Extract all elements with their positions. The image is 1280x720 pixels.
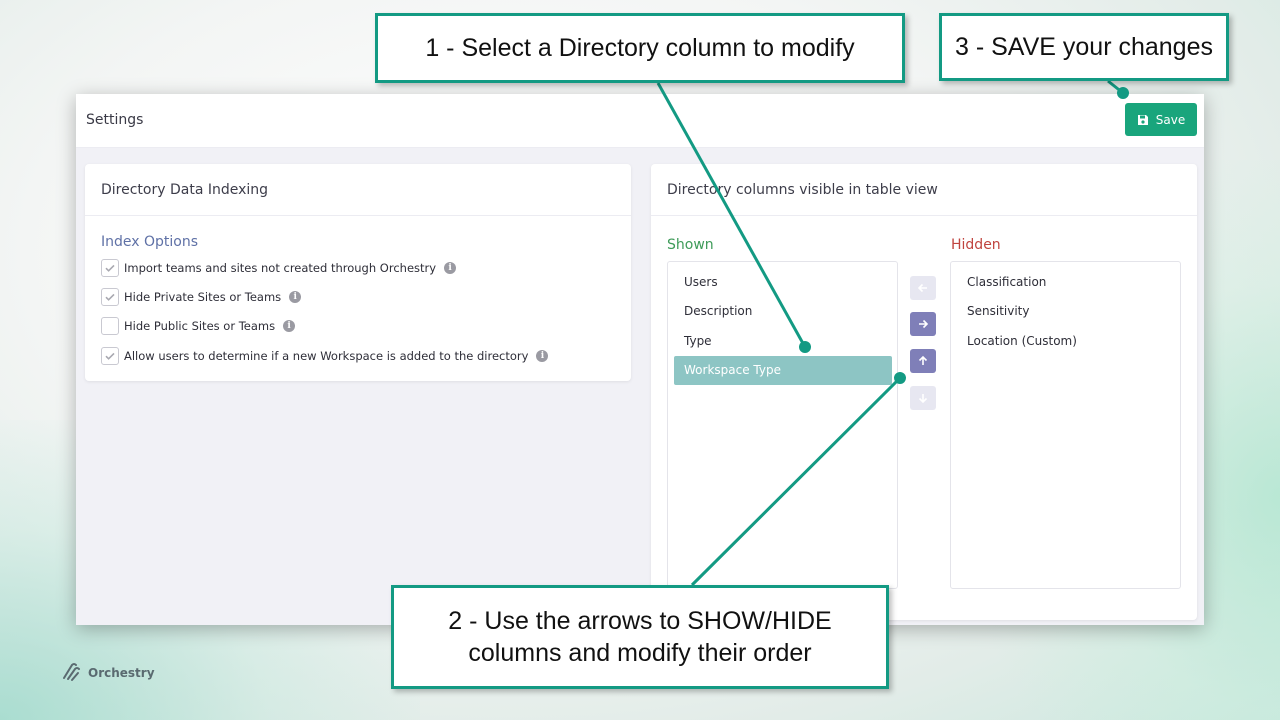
brand-name: Orchestry (88, 666, 155, 680)
orchestry-brand: Orchestry (60, 660, 155, 686)
callout-step-2-line2: columns and modify their order (468, 639, 812, 667)
callout-step-3: 3 - SAVE your changes (939, 13, 1229, 81)
orchestry-logo-icon (60, 660, 82, 686)
callout-step-1-text: 1 - Select a Directory column to modify (425, 34, 855, 62)
connector-line-step2 (690, 376, 902, 587)
callout-step-2-line1: 2 - Use the arrows to SHOW/HIDE (448, 607, 832, 635)
connector-dot-step3 (1117, 87, 1129, 99)
callout-step-2: 2 - Use the arrows to SHOW/HIDE columns … (391, 585, 889, 689)
callout-step-3-text: 3 - SAVE your changes (954, 33, 1213, 61)
connector-line-step1 (656, 82, 807, 348)
callout-step-1: 1 - Select a Directory column to modify (375, 13, 905, 83)
connector-dot-step2 (894, 372, 906, 384)
connector-dot-step1 (799, 341, 811, 353)
